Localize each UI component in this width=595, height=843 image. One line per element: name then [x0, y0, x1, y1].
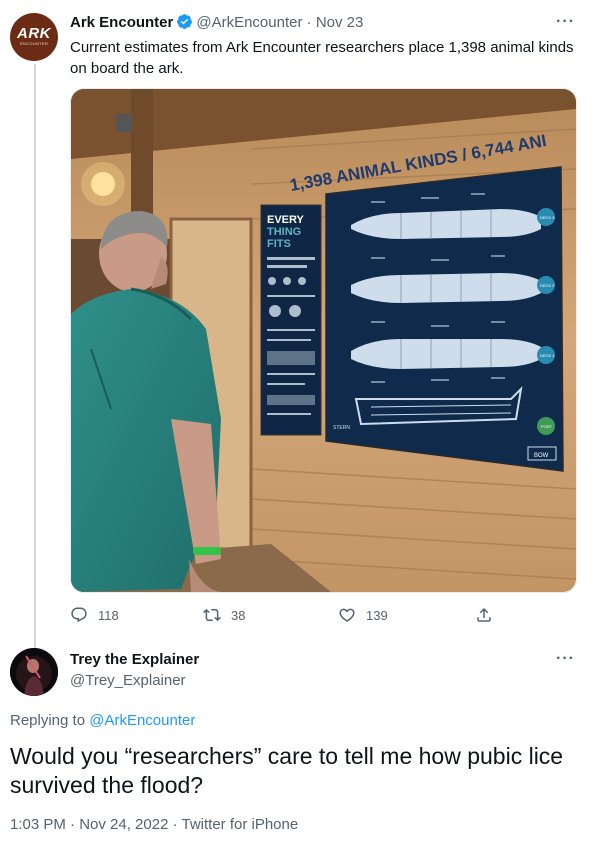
- deck-3-label: DECK 3: [540, 215, 555, 220]
- reply-icon: [71, 607, 87, 623]
- tweet1-text: Current estimates from Ark Encounter res…: [70, 39, 574, 77]
- tweet1-photo[interactable]: 1,398 ANIMAL KINDS / 6,744 ANI EVERY THI…: [70, 88, 577, 593]
- verified-badge-icon: [177, 14, 193, 29]
- retweet-count: 38: [231, 607, 246, 623]
- tweet2-more-options-icon[interactable]: ···: [556, 650, 575, 668]
- tweet1-header: Ark Encounter @ArkEncounter · Nov 23: [70, 13, 363, 33]
- deck-2-diagram: [351, 273, 555, 303]
- tweet2-text: Would you “researchers” care to tell me …: [10, 743, 564, 798]
- ark-encounter-avatar[interactable]: ARK ENCOUNTER: [10, 13, 58, 61]
- avatar-logo-subtext: ENCOUNTER: [19, 41, 49, 46]
- sign-title-line1: EVERY: [267, 214, 305, 226]
- tweet1-author-name[interactable]: Ark Encounter: [70, 14, 173, 31]
- like-count: 139: [366, 607, 388, 623]
- deck-2-label: DECK 2: [540, 283, 555, 288]
- like-button[interactable]: 139: [338, 604, 388, 626]
- deck-1-label: DECK 1: [540, 353, 555, 358]
- avatar-image: [10, 648, 58, 696]
- replying-to-link[interactable]: @ArkEncounter: [89, 712, 195, 729]
- thread-connector-line: [34, 64, 36, 648]
- tweet1-action-bar: 118 38 139: [70, 604, 575, 626]
- port-label: PORT: [541, 424, 553, 429]
- sign-title-line3: FITS: [267, 238, 291, 250]
- separator-dot: ·: [302, 14, 316, 31]
- retweet-button[interactable]: 38: [203, 604, 245, 626]
- retweet-icon: [203, 608, 221, 622]
- trey-explainer-avatar[interactable]: [10, 648, 58, 696]
- replying-to-line: Replying to @ArkEncounter: [10, 711, 195, 731]
- reply-button[interactable]: 118: [70, 604, 119, 626]
- tweet1-author-handle[interactable]: @ArkEncounter: [196, 14, 302, 31]
- tweet2-author-handle[interactable]: @Trey_Explainer: [70, 671, 186, 691]
- photo-illustration: 1,398 ANIMAL KINDS / 6,744 ANI EVERY THI…: [71, 89, 576, 592]
- tweet2-author-name[interactable]: Trey the Explainer: [70, 650, 199, 670]
- tweet1-date[interactable]: Nov 23: [316, 14, 364, 31]
- share-button[interactable]: [475, 604, 503, 626]
- share-icon: [477, 607, 491, 622]
- tweet2-timestamp-source[interactable]: 1:03 PM · Nov 24, 2022 · Twitter for iPh…: [10, 815, 298, 835]
- avatar-logo-text: ARK: [17, 25, 51, 42]
- heart-icon: [339, 608, 355, 622]
- replying-to-prefix: Replying to: [10, 712, 86, 729]
- reply-count: 118: [98, 607, 119, 623]
- tweet1-more-options-icon[interactable]: ···: [556, 13, 575, 31]
- sign-title-line2: THING: [267, 226, 301, 238]
- stern-label: STERN: [333, 425, 350, 431]
- bow-label: BOW: [534, 453, 549, 459]
- deck-1-diagram: [351, 339, 555, 369]
